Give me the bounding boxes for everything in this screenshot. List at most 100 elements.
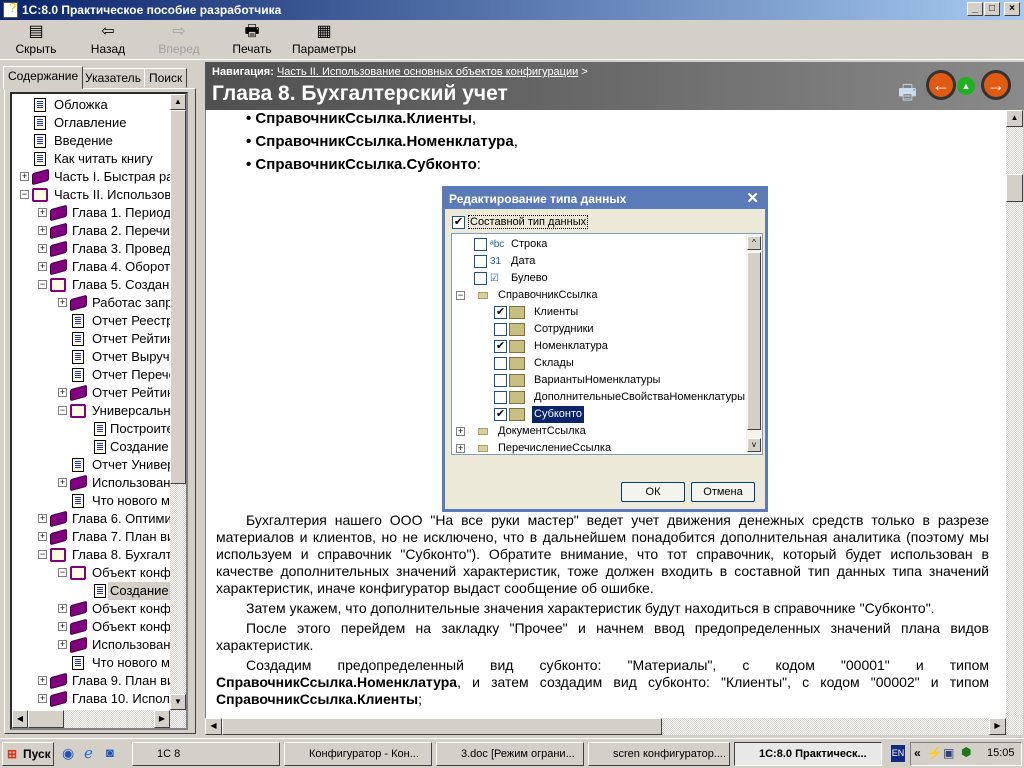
tab-index[interactable]: Указатель	[80, 68, 146, 88]
minimize-button[interactable]: _	[967, 2, 983, 16]
scroll-thumb[interactable]	[1006, 174, 1023, 202]
task-1c-guide[interactable]: 1С:8.0 Практическ...	[734, 742, 882, 766]
language-indicator[interactable]: EN	[891, 745, 905, 762]
tree-item[interactable]: + Глава 7. План ви	[12, 528, 170, 546]
type-checkbox[interactable]	[494, 357, 507, 370]
type-tree-item[interactable]: Сотрудники	[452, 321, 744, 338]
type-tree-item[interactable]: ВариантыНоменклатуры	[452, 372, 744, 389]
type-tree-item[interactable]: + ДокументСсылка	[452, 423, 744, 440]
task-scren[interactable]: scren конфигуратор....	[588, 742, 730, 766]
expand-icon[interactable]: +	[456, 444, 465, 453]
forward-button[interactable]: ⇨ Вперед	[156, 22, 202, 58]
type-tree-item[interactable]: ✔ Клиенты	[452, 304, 744, 321]
type-tree-item[interactable]: ☑ Булево	[452, 270, 744, 287]
tray-expand-icon[interactable]: «	[914, 746, 921, 760]
tree-item[interactable]: − Универсальн	[12, 402, 170, 420]
network-icon[interactable]: ⚡	[927, 746, 942, 760]
ie-icon[interactable]: ℯ	[84, 744, 93, 762]
tree-item[interactable]: Что нового м	[12, 654, 170, 672]
task-configurator[interactable]: Конфигуратор - Кон...	[284, 742, 432, 766]
type-tree-item[interactable]: 31 Дата	[452, 253, 744, 270]
tree-item[interactable]: Отчет Реестр	[12, 312, 170, 330]
type-tree-item[interactable]: ᵃbc Строка	[452, 236, 744, 253]
expand-icon[interactable]: +	[456, 427, 465, 436]
type-checkbox[interactable]	[474, 255, 487, 268]
maximize-button[interactable]: □	[984, 2, 1000, 16]
tree-item[interactable]: + Глава 3. Провед	[12, 240, 170, 258]
expand-icon[interactable]: +	[38, 514, 47, 523]
expand-icon[interactable]: +	[38, 676, 47, 685]
tree-item[interactable]: Как читать книгу	[12, 150, 170, 168]
collapse-icon[interactable]: −	[58, 406, 67, 415]
tree-item[interactable]: Построите	[12, 420, 170, 438]
tree-item[interactable]: + Отчет Рейтин	[12, 384, 170, 402]
tree-item[interactable]: + Глава 2. Перечи	[12, 222, 170, 240]
expand-icon[interactable]: +	[38, 694, 47, 703]
expand-icon[interactable]: +	[20, 172, 29, 181]
nav-link[interactable]: Часть II. Использование основных объекто…	[277, 66, 578, 78]
type-checkbox[interactable]	[494, 323, 507, 336]
tree-item[interactable]: + Использован	[12, 474, 170, 492]
task-3doc[interactable]: 3.doc [Режим ограни...	[436, 742, 584, 766]
close-button[interactable]: ×	[1004, 2, 1020, 16]
tree-item[interactable]: − Глава 8. Бухгалт	[12, 546, 170, 564]
tree-item[interactable]: + Объект конфи	[12, 600, 170, 618]
type-checkbox[interactable]	[474, 238, 487, 251]
tree-item[interactable]: Создание	[12, 582, 170, 600]
dialog-close-icon[interactable]: ✕	[746, 189, 759, 209]
tree-item[interactable]: Создание	[12, 438, 170, 456]
cancel-button[interactable]: Отмена	[691, 482, 755, 502]
tree-item[interactable]: Обложка	[12, 96, 170, 114]
task-1c8-folder[interactable]: 1С 8	[132, 742, 280, 766]
expand-icon[interactable]: +	[58, 604, 67, 613]
type-tree-scrollbar[interactable]: ^ v	[746, 234, 762, 454]
tree-item[interactable]: + Глава 6. Оптими	[12, 510, 170, 528]
expand-icon[interactable]: +	[38, 226, 47, 235]
tree-item[interactable]: Оглавление	[12, 114, 170, 132]
media-player-icon[interactable]: ◉	[62, 745, 74, 762]
type-checkbox[interactable]	[494, 374, 507, 387]
tree-item[interactable]: + Работас запр	[12, 294, 170, 312]
outlook-icon[interactable]: ◙	[106, 745, 114, 760]
collapse-icon[interactable]: −	[58, 568, 67, 577]
tree-item[interactable]: Введение	[12, 132, 170, 150]
tree-item[interactable]: + Использован	[12, 636, 170, 654]
type-tree-item[interactable]: − СправочникСсылка	[452, 287, 744, 304]
type-tree-item[interactable]: ✔ Субконто	[452, 406, 744, 423]
content-vertical-scrollbar[interactable]: ▲	[1006, 110, 1023, 718]
type-checkbox[interactable]	[494, 391, 507, 404]
collapse-icon[interactable]: −	[20, 190, 29, 199]
expand-icon[interactable]: +	[58, 388, 67, 397]
tree-item[interactable]: − Глава 5. Создан	[12, 276, 170, 294]
tree-item[interactable]: Отчет Рейтин	[12, 330, 170, 348]
print-button[interactable]: 🖶 Печать	[230, 22, 274, 58]
tree-item[interactable]: + Глава 1. Период	[12, 204, 170, 222]
start-button[interactable]: ⊞ Пуск	[2, 742, 54, 766]
tab-search[interactable]: Поиск	[144, 68, 188, 88]
type-checkbox[interactable]: ✔	[494, 340, 507, 353]
composite-type-checkbox[interactable]: ✔	[452, 216, 465, 229]
tree-item[interactable]: Отчет Универ	[12, 456, 170, 474]
expand-icon[interactable]: +	[38, 244, 47, 253]
scroll-thumb[interactable]	[170, 110, 186, 484]
tree-horizontal-scrollbar[interactable]: ◀ ▶	[12, 710, 186, 728]
tree-item[interactable]: Отчет Выручк	[12, 348, 170, 366]
back-button[interactable]: ⇦ Назад	[86, 22, 130, 58]
type-checkbox[interactable]	[474, 272, 487, 285]
next-page-button[interactable]: →	[981, 70, 1011, 100]
params-button[interactable]: ▦ Параметры	[292, 22, 356, 58]
expand-icon[interactable]: +	[58, 622, 67, 631]
tree-item[interactable]: + Глава 9. План ви	[12, 672, 170, 690]
collapse-icon[interactable]: −	[38, 280, 47, 289]
type-tree-item[interactable]: + ПеречислениеСсылка	[452, 440, 744, 454]
tree-item[interactable]: − Часть II. Использов	[12, 186, 170, 204]
ok-button[interactable]: ОК	[621, 482, 685, 502]
tree-item[interactable]: Отчет Перече	[12, 366, 170, 384]
up-button[interactable]: ▲	[957, 77, 975, 95]
tree-item[interactable]: + Объект конфи	[12, 618, 170, 636]
tree-item[interactable]: + Глава 10. Испол	[12, 690, 170, 708]
expand-icon[interactable]: +	[58, 478, 67, 487]
tree-item[interactable]: − Объект конфи	[12, 564, 170, 582]
expand-icon[interactable]: +	[38, 262, 47, 271]
type-tree-item[interactable]: ✔ Номенклатура	[452, 338, 744, 355]
